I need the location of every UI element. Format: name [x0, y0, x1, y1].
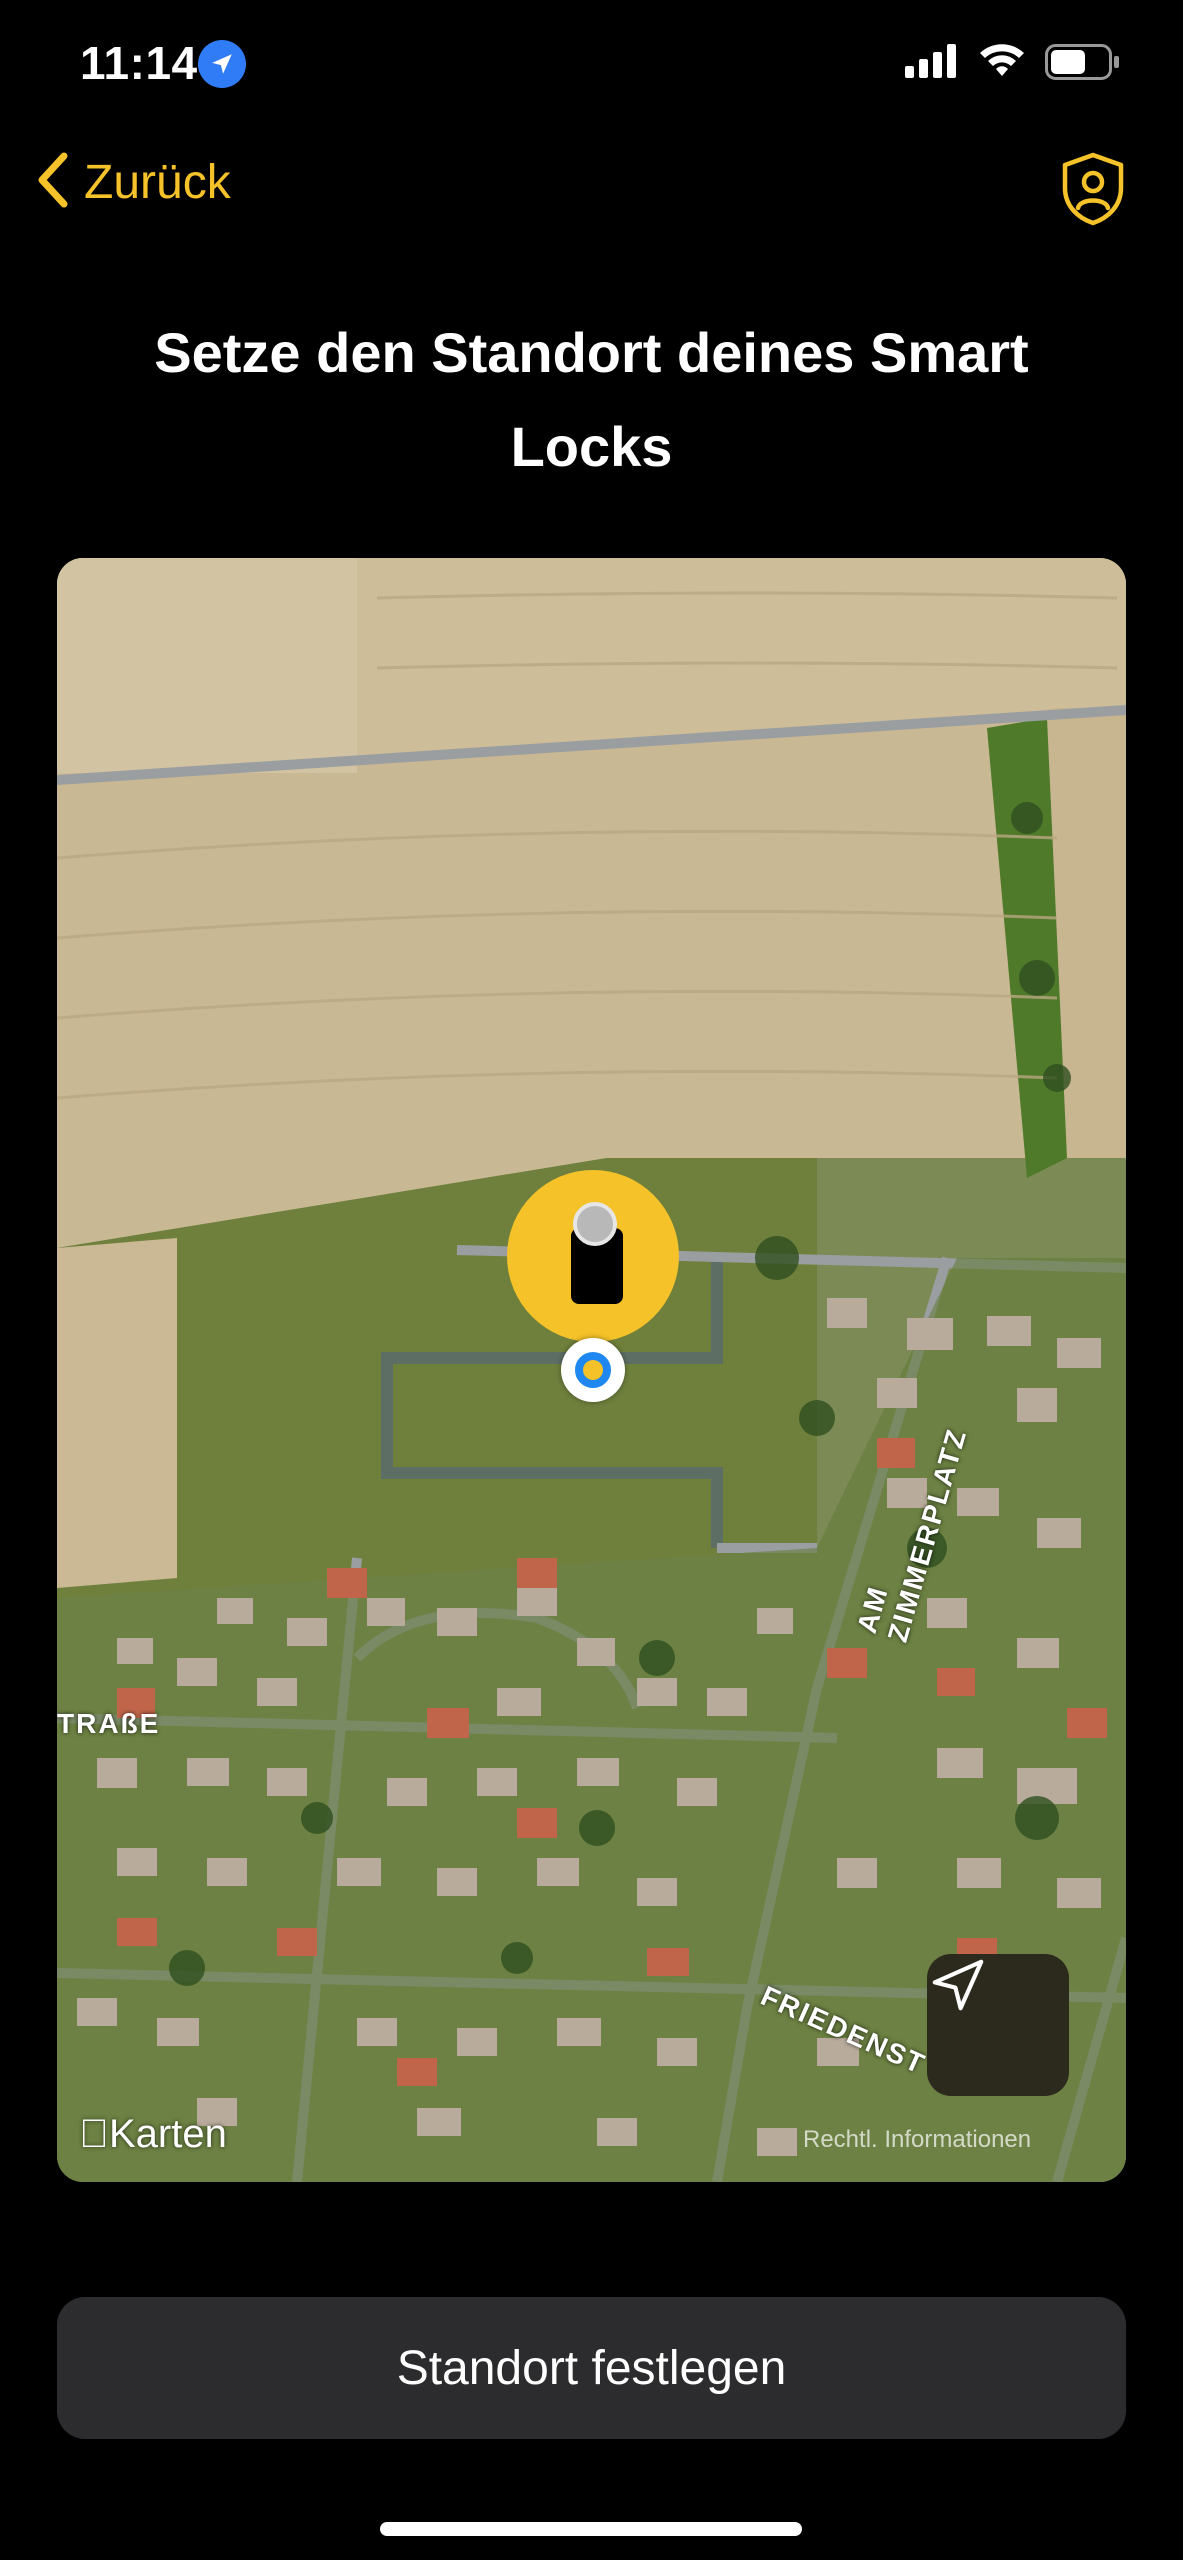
status-bar: 11:14: [0, 0, 1183, 130]
satellite-map[interactable]: TRAßE AM ZIMMERPLATZ FRIEDENST Karten R…: [57, 558, 1126, 2182]
chevron-left-icon: [34, 150, 74, 215]
wifi-icon: [978, 40, 1026, 83]
street-label: TRAßE: [57, 1708, 161, 1739]
cellular-signal-icon: [905, 44, 957, 83]
page-title: Setze den Standort deines Smart Locks: [154, 320, 1029, 478]
locate-me-button[interactable]: [927, 1954, 1069, 2096]
status-time: 11:14: [80, 37, 198, 89]
battery-icon: [1045, 44, 1121, 85]
maps-attribution: Karten: [79, 2112, 227, 2156]
back-button[interactable]: Zurück: [34, 150, 231, 215]
account-shield-icon[interactable]: [1060, 152, 1126, 231]
user-location-dot: [561, 1338, 625, 1402]
back-label: Zurück: [84, 156, 231, 209]
apple-logo-icon: : [79, 2112, 109, 2156]
legal-link[interactable]: Rechtl. Informationen: [803, 2126, 1031, 2154]
smart-lock-location-pin[interactable]: [507, 1170, 679, 1342]
lock-knob: [573, 1202, 617, 1246]
location-arrow-icon: [198, 40, 246, 88]
set-location-button[interactable]: Standort festlegen: [57, 2297, 1126, 2439]
home-indicator: [380, 2522, 802, 2536]
